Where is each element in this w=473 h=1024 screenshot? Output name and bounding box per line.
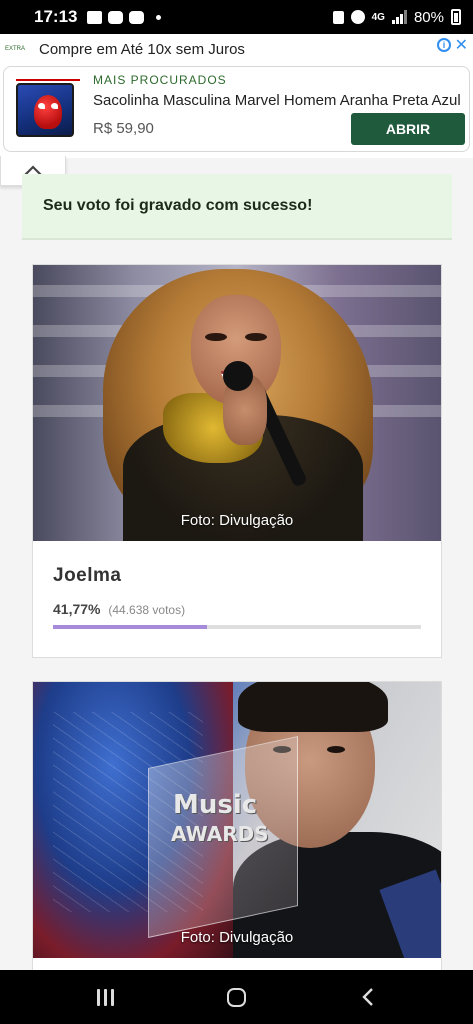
- youtube-icon: [108, 10, 124, 24]
- info-icon[interactable]: i: [437, 38, 451, 52]
- status-time: 17:13: [34, 7, 78, 26]
- home-icon: [227, 987, 246, 1007]
- vote-progress-fill: [53, 625, 207, 629]
- recent-apps-button[interactable]: [76, 970, 136, 1024]
- trophy-text: Music: [173, 790, 258, 820]
- back-icon: [361, 988, 373, 1006]
- photo-credit: Foto: Divulgação: [180, 512, 294, 529]
- more-notifications-icon: [156, 14, 162, 20]
- candidate-name: Joelma: [53, 565, 122, 586]
- close-icon[interactable]: ✕: [455, 35, 468, 55]
- ad-product-title[interactable]: Sacolinha Masculina Marvel Homem Aranha …: [93, 92, 467, 109]
- candidate-photo: Music AWARDS Foto: Divulgação: [33, 682, 441, 958]
- back-button[interactable]: [338, 970, 398, 1024]
- candidate-card: Music AWARDS Foto: Divulgação: [32, 681, 442, 1001]
- battery-icon: [451, 9, 461, 25]
- recent-apps-icon: [97, 988, 114, 1006]
- ad-product-image: [12, 77, 82, 143]
- ad-kicker: MAIS PROCURADOS: [93, 73, 227, 87]
- battery-percent: 80%: [413, 8, 444, 26]
- app-screen: 17:13 4G 80% EXTRA Compre em Até 10x sem…: [0, 0, 473, 1024]
- gallery-icon: [87, 10, 103, 24]
- notification-icons: [87, 10, 162, 24]
- candidate-stats: 41,77% (44.638 votos): [53, 601, 421, 617]
- candidate-details: Joelma 41,77% (44.638 votos): [33, 541, 441, 629]
- ad-headline[interactable]: Compre em Até 10x sem Juros: [39, 41, 245, 58]
- photo-credit: Foto: Divulgação: [180, 929, 294, 946]
- ad-advertiser-logo: EXTRA: [5, 46, 26, 52]
- home-button[interactable]: [207, 970, 267, 1024]
- vote-progress-bar: [53, 625, 421, 629]
- vote-percentage: 41,77%: [53, 601, 101, 617]
- candidate-photo: Foto: Divulgação: [33, 265, 441, 541]
- microphone: [223, 361, 253, 391]
- lock-icon: [332, 10, 344, 24]
- ad-product-card[interactable]: MAIS PROCURADOS Sacolinha Masculina Marv…: [3, 66, 470, 152]
- ad-product-price: R$ 59,90: [93, 120, 154, 137]
- candidate-card: Foto: Divulgação Joelma 41,77% (44.638 v…: [32, 264, 442, 658]
- system-navigation-bar: [0, 970, 473, 1024]
- signal-icon: [391, 10, 407, 24]
- vote-success-message: Seu voto foi gravado com sucesso!: [22, 174, 452, 240]
- instagram-icon: [129, 10, 145, 24]
- alarm-icon: [350, 10, 365, 24]
- trophy-text: AWARDS: [171, 822, 269, 846]
- ad-open-button[interactable]: ABRIR: [351, 113, 465, 145]
- vote-count: (44.638 votos): [108, 603, 186, 617]
- system-icons: 4G 80%: [332, 8, 461, 26]
- ad-banner[interactable]: EXTRA Compre em Até 10x sem Juros i ✕ MA…: [0, 34, 473, 158]
- network-type: 4G: [371, 11, 385, 23]
- status-bar: 17:13 4G 80%: [0, 0, 473, 34]
